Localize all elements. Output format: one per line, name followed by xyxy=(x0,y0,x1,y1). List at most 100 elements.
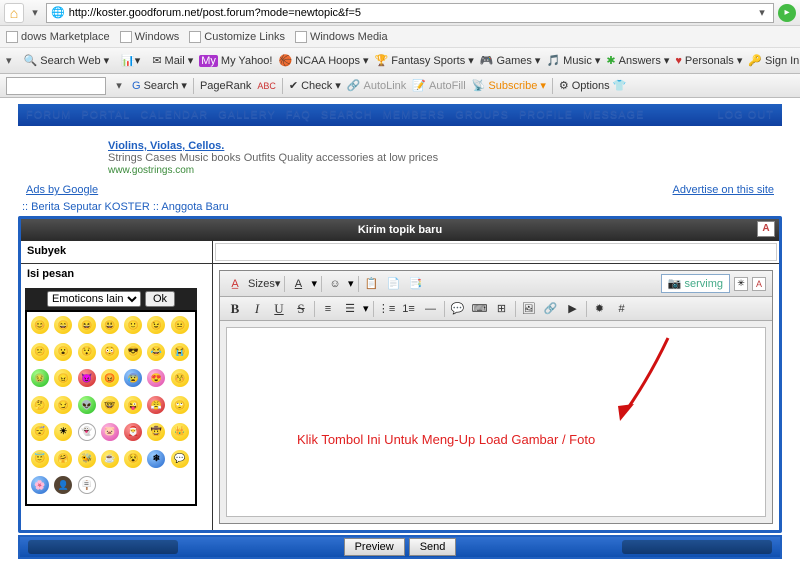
emoticon[interactable]: 😏 xyxy=(54,396,72,414)
emoticon[interactable]: 🙂 xyxy=(124,316,142,334)
send-button[interactable]: Send xyxy=(409,538,457,556)
bookmark-item[interactable]: Windows Media xyxy=(295,31,388,43)
editor-canvas[interactable]: Klik Tombol Ini Untuk Meng-Up Load Gamba… xyxy=(226,327,766,517)
url-input[interactable] xyxy=(69,7,751,19)
emoticon[interactable]: 🙄 xyxy=(171,396,189,414)
home-dropdown[interactable]: ▾ xyxy=(28,6,42,19)
emoticon[interactable]: ☀ xyxy=(54,423,72,441)
emoticon[interactable]: 😠 xyxy=(54,369,72,387)
aa-button[interactable]: A xyxy=(752,277,766,291)
options-button[interactable]: ⚙ Options 👕 xyxy=(559,79,627,92)
subscribe-button[interactable]: 📡 Subscribe ▾ xyxy=(472,79,546,92)
sizes-button[interactable]: Sizes ▾ xyxy=(248,275,280,293)
italic-button[interactable]: I xyxy=(248,300,266,318)
nav-logout[interactable]: LOG OUT xyxy=(717,109,774,121)
emoticon[interactable]: 😳 xyxy=(101,343,119,361)
nav-item[interactable]: MEMBERS xyxy=(383,109,446,121)
nav-item[interactable]: SEARCH xyxy=(321,109,373,121)
font-color-button[interactable]: A̲ xyxy=(226,275,244,293)
emoticon[interactable]: 😉 xyxy=(147,316,165,334)
hr-button[interactable]: — xyxy=(422,300,440,318)
paste-button[interactable]: 📄 xyxy=(385,275,403,293)
font-a-button[interactable]: A xyxy=(289,275,307,293)
search-dd[interactable]: ▾ xyxy=(112,79,126,92)
emoticon[interactable]: 😵 xyxy=(124,450,142,468)
emoticon[interactable]: 😚 xyxy=(171,369,189,387)
crumb-b[interactable]: Anggota Baru xyxy=(161,201,228,213)
emoticon-ok[interactable]: Ok xyxy=(145,291,175,307)
quote-button[interactable]: 💬 xyxy=(449,300,467,318)
nav-item[interactable]: FORUM xyxy=(26,109,71,121)
emoticon[interactable]: 😃 xyxy=(101,316,119,334)
home-icon[interactable]: ⌂ xyxy=(4,3,24,23)
fantasy-button[interactable]: 🏆 Fantasy Sports ▾ xyxy=(375,54,474,67)
underline-button[interactable]: U xyxy=(270,300,288,318)
emoticon[interactable]: 😯 xyxy=(78,343,96,361)
emoticon[interactable]: 😈 xyxy=(78,369,96,387)
image-button[interactable]: 🖼 xyxy=(520,300,538,318)
url-dropdown[interactable]: ▾ xyxy=(755,6,769,19)
ncaa-button[interactable]: 🏀 NCAA Hoops ▾ xyxy=(278,54,368,67)
nav-item[interactable]: MESSAGE xyxy=(583,109,644,121)
emoticon[interactable]: 😰 xyxy=(124,369,142,387)
paste2-button[interactable]: 📑 xyxy=(407,275,425,293)
subject-input[interactable] xyxy=(215,243,777,261)
nav-item[interactable]: PROFILE xyxy=(519,109,573,121)
my-yahoo-button[interactable]: My My Yahoo! xyxy=(199,55,272,67)
code-button[interactable]: ⌨ xyxy=(471,300,489,318)
bookmark-item[interactable]: dows Marketplace xyxy=(6,31,110,43)
strike-button[interactable]: S xyxy=(292,300,310,318)
toolbar-dropdown[interactable]: ▾ xyxy=(6,54,12,67)
emoticon[interactable]: 🌸 xyxy=(31,476,49,494)
emoticon[interactable]: 😂 xyxy=(147,343,165,361)
hash-button[interactable]: # xyxy=(613,300,631,318)
emoticon[interactable]: ☕ xyxy=(101,450,119,468)
bookmark-item[interactable]: Customize Links xyxy=(189,31,285,43)
search-button[interactable]: G Search ▾ xyxy=(132,79,187,92)
ad-url[interactable]: www.gostrings.com xyxy=(108,165,194,176)
emoticon[interactable]: 😍 xyxy=(147,369,165,387)
personals-button[interactable]: ♥ Personals ▾ xyxy=(675,54,742,67)
emoticon-select[interactable]: Emoticons lain xyxy=(47,291,141,307)
align-left-button[interactable]: ≡ xyxy=(319,300,337,318)
list-ul-button[interactable]: ⋮≡ xyxy=(378,300,396,318)
servimg-button[interactable]: 📷 servimg xyxy=(661,274,730,293)
emoticon[interactable]: 😴 xyxy=(31,423,49,441)
emoticon[interactable]: 🤗 xyxy=(54,450,72,468)
star-button[interactable]: ✳ xyxy=(734,277,748,291)
emoticon[interactable]: 😊 xyxy=(31,316,49,334)
mail-button[interactable]: ✉ Mail ▾ xyxy=(152,54,193,67)
pagerank-button[interactable]: PageRank xyxy=(200,80,251,92)
emoticon[interactable]: 🐷 xyxy=(101,423,119,441)
bold-button[interactable]: B xyxy=(226,300,244,318)
emoticon[interactable]: 🤓 xyxy=(101,396,119,414)
emoticon[interactable]: 🤠 xyxy=(147,423,165,441)
emoticon[interactable]: 😐 xyxy=(171,316,189,334)
music-button[interactable]: 🎵 Music ▾ xyxy=(546,54,600,67)
emoticon[interactable]: 💬 xyxy=(171,450,189,468)
ad-title[interactable]: Violins, Violas, Cellos. xyxy=(108,140,224,152)
emoticon[interactable]: 😎 xyxy=(124,343,142,361)
nav-item[interactable]: CALENDAR xyxy=(140,109,208,121)
google-search-input[interactable] xyxy=(6,77,106,95)
font-size-toggle[interactable]: A xyxy=(757,221,775,237)
games-button[interactable]: 🎮 Games ▾ xyxy=(480,54,541,67)
signin-button[interactable]: 🔑 Sign In xyxy=(748,54,799,67)
video-button[interactable]: ▶ xyxy=(564,300,582,318)
smiley-button[interactable]: ☺ xyxy=(326,275,344,293)
crumb-a[interactable]: Berita Seputar KOSTER xyxy=(31,201,150,213)
emoticon[interactable]: 😜 xyxy=(124,396,142,414)
toolbar-extra[interactable]: 📊▾ xyxy=(121,54,140,67)
link-button[interactable]: 🔗 xyxy=(542,300,560,318)
emoticon[interactable]: 😭 xyxy=(171,343,189,361)
ads-by-google[interactable]: Ads by Google xyxy=(26,184,98,196)
bookmark-item[interactable]: Windows xyxy=(120,31,180,43)
emoticon[interactable]: 🤢 xyxy=(31,369,49,387)
answers-button[interactable]: ✱ Answers ▾ xyxy=(606,54,669,67)
check-button[interactable]: ✔ Check ▾ xyxy=(289,79,341,92)
emoticon[interactable]: ❄ xyxy=(147,450,165,468)
nav-item[interactable]: PORTAL xyxy=(81,109,130,121)
emoticon[interactable]: 👤 xyxy=(54,476,72,494)
advertise-link[interactable]: Advertise on this site xyxy=(673,184,775,196)
more-button[interactable]: ✹ xyxy=(591,300,609,318)
